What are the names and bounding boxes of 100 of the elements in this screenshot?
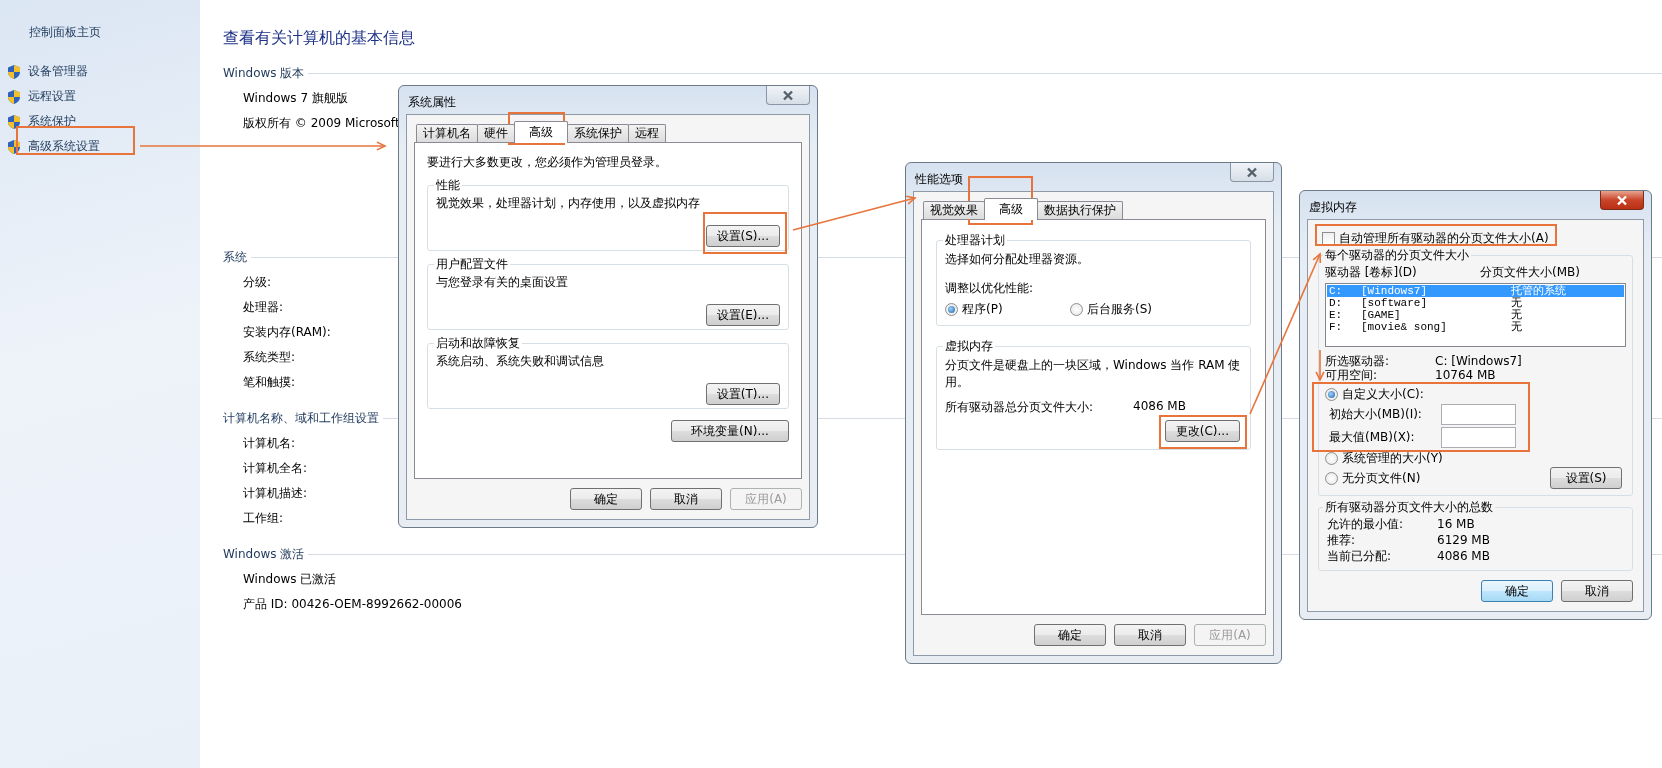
- info-label: 笔和触摸:: [243, 375, 296, 389]
- radio-button[interactable]: [945, 302, 958, 316]
- radio-button[interactable]: [1325, 387, 1338, 401]
- group-description: 视觉效果，处理器计划，内存使用，以及虚拟内存: [436, 195, 701, 212]
- group-description: 选择如何分配处理器资源。: [945, 251, 1090, 268]
- home-link[interactable]: 控制面板主页: [29, 24, 200, 41]
- volume-label: [GAME]: [1361, 309, 1402, 321]
- info-label: 所有驱动器总分页文件大小:: [945, 399, 1095, 416]
- volume-label: [Windows7]: [1361, 285, 1428, 297]
- shield-icon: [6, 113, 22, 130]
- info-label: Windows 7 旗舰版: [243, 91, 348, 105]
- dialog-button[interactable]: 确定: [1034, 624, 1106, 646]
- tab[interactable]: 计算机名: [416, 124, 478, 142]
- window-title: 虚拟内存: [1309, 199, 1357, 216]
- checkbox[interactable]: [1322, 231, 1335, 245]
- info-label: 允许的最小值:: [1327, 516, 1405, 532]
- tab[interactable]: 远程: [628, 124, 666, 142]
- column-header: 驱动器 [卷标](D): [1325, 264, 1418, 281]
- group-title: 启动和故障恢复: [435, 335, 521, 352]
- paging-size: 托管的系统: [1511, 285, 1567, 297]
- sidebar-link[interactable]: 高级系统设置: [28, 138, 100, 155]
- settings-button[interactable]: 设置(S)...: [705, 225, 780, 247]
- info-label: 工作组:: [243, 511, 284, 525]
- sidebar-link[interactable]: 系统保护: [28, 113, 76, 130]
- info-label: 产品 ID: 00426-OEM-8992662-00006: [243, 597, 462, 611]
- tab[interactable]: 视觉效果: [923, 201, 985, 219]
- radio-label[interactable]: 后台服务(S): [1087, 300, 1152, 318]
- radio-button[interactable]: [1325, 471, 1338, 485]
- field-label: 最大值(MB)(X):: [1329, 429, 1416, 446]
- radio-button[interactable]: [1070, 302, 1083, 316]
- info-label: 推荐:: [1327, 532, 1357, 548]
- dialog-button[interactable]: 确定: [570, 488, 642, 510]
- group-description: 系统启动、系统失败和调试信息: [436, 353, 605, 370]
- info-value: 4086 MB: [1133, 399, 1186, 415]
- input-field[interactable]: [1441, 427, 1516, 448]
- window-title: 系统属性: [408, 94, 456, 111]
- info-label: 处理器:: [243, 300, 284, 314]
- info-label: 当前已分配:: [1327, 548, 1393, 564]
- list-row[interactable]: F: [movie& song] 无: [1327, 321, 1624, 333]
- page-title: 查看有关计算机的基本信息: [223, 28, 416, 49]
- dialog-button[interactable]: 取消: [1561, 580, 1633, 602]
- shield-icon: [6, 63, 22, 80]
- info-label: 计算机描述:: [243, 486, 308, 500]
- close-icon: [1616, 194, 1628, 206]
- info-label: 所选驱动器:: [1325, 354, 1391, 368]
- notice-text: 要进行大多数更改，您必须作为管理员登录。: [427, 154, 668, 171]
- close-button[interactable]: [766, 86, 810, 105]
- group-title: 所有驱动器分页文件大小的总数: [1324, 499, 1494, 516]
- dialog-button[interactable]: 取消: [650, 488, 722, 510]
- radio-label[interactable]: 自定义大小(C):: [1342, 385, 1424, 403]
- group-title: 用户配置文件: [435, 256, 509, 273]
- drive-letter: D:: [1329, 297, 1344, 309]
- settings-button[interactable]: 设置(E)...: [705, 304, 780, 326]
- info-label: 安装内存(RAM):: [243, 325, 331, 339]
- paging-size: 无: [1511, 309, 1523, 321]
- radio-label[interactable]: 系统管理的大小(Y): [1342, 449, 1443, 467]
- list-row[interactable]: D: [software] 无: [1327, 297, 1624, 309]
- sidebar-link[interactable]: 设备管理器: [28, 63, 88, 80]
- radio-label[interactable]: 程序(P): [962, 300, 1003, 318]
- section-heading: Windows 版本: [223, 64, 305, 82]
- close-button[interactable]: [1600, 191, 1644, 210]
- list-row[interactable]: E: [GAME] 无: [1327, 309, 1624, 321]
- close-icon: [782, 89, 794, 101]
- prompt-text: 调整以优化性能:: [945, 280, 1035, 297]
- shield-icon: [6, 138, 22, 155]
- section-heading: 计算机名称、域和工作组设置: [223, 409, 379, 427]
- section-heading: 系统: [223, 248, 247, 266]
- tab[interactable]: 系统保护: [567, 124, 629, 142]
- tab[interactable]: 高级: [984, 198, 1038, 220]
- group-description: 与您登录有关的桌面设置: [436, 274, 569, 291]
- close-button[interactable]: [1230, 163, 1274, 182]
- group-description: 分页文件是硬盘上的一块区域，Windows 当作 RAM 使用。: [945, 357, 1242, 391]
- info-label: 系统类型:: [243, 350, 296, 364]
- change-button[interactable]: 更改(C)...: [1164, 420, 1240, 442]
- tab[interactable]: 数据执行保护: [1037, 201, 1123, 219]
- dialog-button[interactable]: 取消: [1114, 624, 1186, 646]
- group-title: 处理器计划: [944, 232, 1006, 249]
- tab[interactable]: 硬件: [477, 124, 515, 142]
- shield-icon: [6, 88, 22, 105]
- input-field[interactable]: [1441, 404, 1516, 425]
- drive-letter: F:: [1329, 321, 1344, 333]
- paging-size: 无: [1511, 297, 1523, 309]
- settings-button[interactable]: 设置(T)...: [705, 383, 780, 405]
- window-title: 性能选项: [915, 171, 963, 188]
- checkbox-label[interactable]: 自动管理所有驱动器的分页文件大小(A): [1339, 229, 1549, 247]
- sidebar-link[interactable]: 远程设置: [28, 88, 76, 105]
- tab[interactable]: 高级: [514, 121, 568, 143]
- environment-variables-button[interactable]: 环境变量(N)...: [671, 420, 789, 442]
- section-heading: Windows 激活: [223, 545, 305, 563]
- volume-label: [software]: [1361, 297, 1428, 309]
- info-label: 计算机名:: [243, 436, 296, 450]
- close-icon: [1246, 166, 1258, 178]
- drive-letter: E:: [1329, 309, 1344, 321]
- set-button[interactable]: 设置(S): [1550, 467, 1622, 489]
- info-value: 10764 MB: [1435, 368, 1497, 382]
- default-button[interactable]: 确定: [1481, 580, 1553, 602]
- drive-letter: C:: [1329, 285, 1344, 297]
- radio-label[interactable]: 无分页文件(N): [1342, 469, 1421, 487]
- paging-size: 无: [1511, 321, 1523, 333]
- info-label: Windows 已激活: [243, 572, 337, 586]
